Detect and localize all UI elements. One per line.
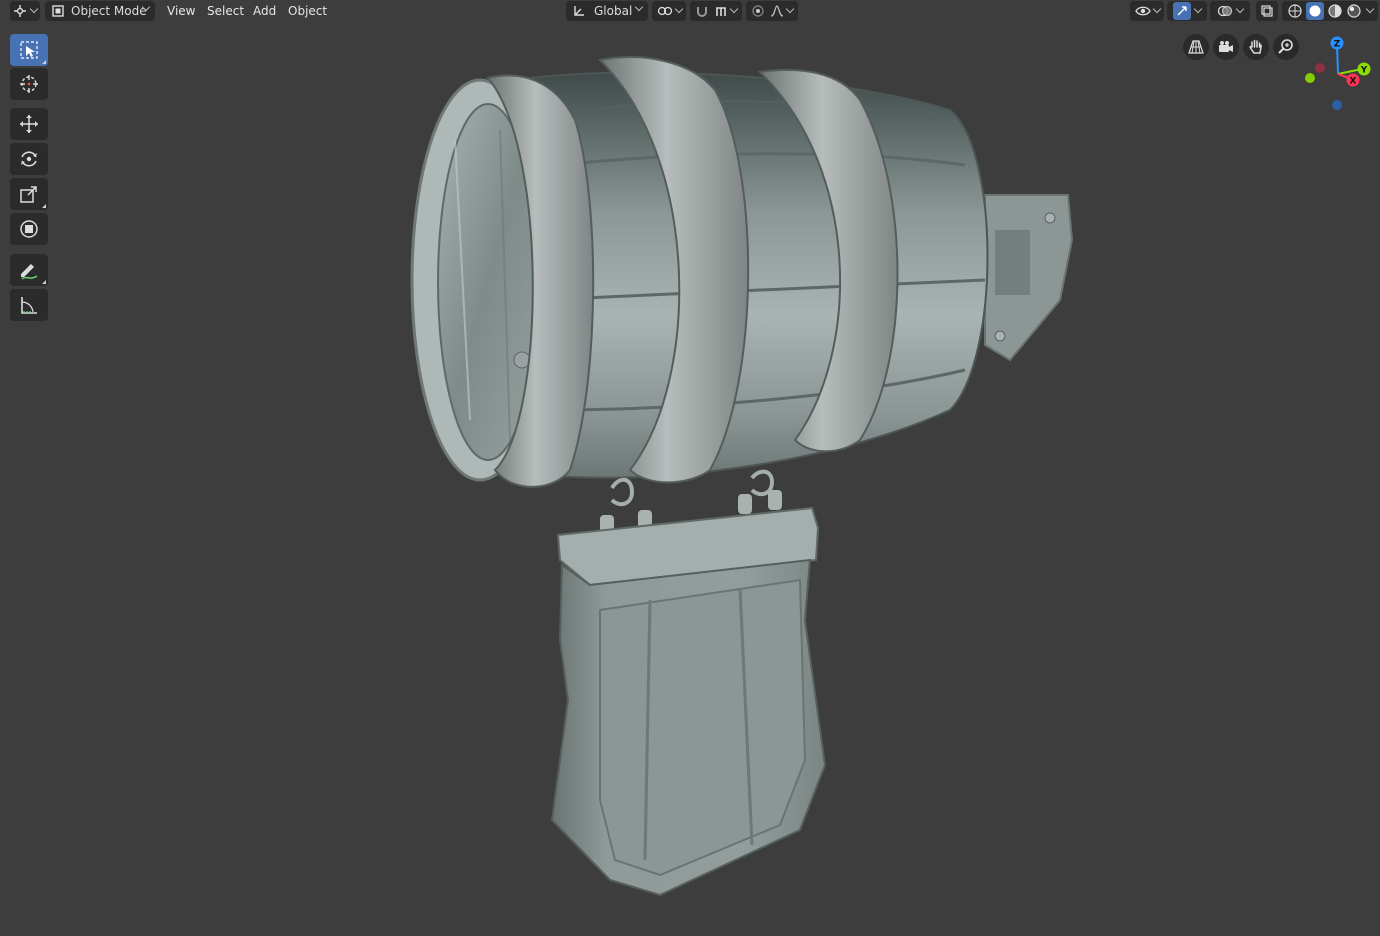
tool-cursor[interactable] [10,68,48,100]
orientation-icon [574,6,584,16]
mode-dropdown[interactable]: Object Mode [45,1,155,21]
chevron-down-icon [785,4,795,14]
neg-z-handle[interactable] [1332,100,1342,110]
solid-shading-active[interactable] [1306,2,1324,20]
xray-icon [1261,5,1273,17]
zoom-icon [1278,39,1293,54]
proportional-edit-icon [752,5,764,17]
pivot-icon [657,6,672,16]
transform-orientation-dropdown[interactable]: Global [566,1,648,21]
menu-object[interactable]: Object [282,1,333,21]
mode-label: Object Mode [71,4,147,18]
overlay-icon [1217,5,1233,17]
falloff-curve-icon [770,5,784,17]
proportional-editing-controls[interactable] [746,1,798,21]
select-box-icon [20,41,38,59]
viewport-editor-icon [14,5,26,17]
menu-select[interactable]: Select [201,1,250,21]
transform-icon [20,220,38,238]
menu-add[interactable]: Add [247,1,282,21]
eye-icon [1134,6,1151,16]
tool-annotate[interactable] [10,254,48,286]
neg-y-handle[interactable] [1305,73,1315,83]
move-icon [20,115,38,133]
gizmo-icon [1177,6,1187,16]
wireframe-shading-icon[interactable] [1287,3,1303,19]
tool-variants-indicator [42,280,46,284]
tool-transform[interactable] [10,213,48,245]
camera-icon [1219,41,1233,52]
hand-pan-icon [1249,39,1262,54]
barrel-lantern-model[interactable] [0,0,1380,936]
z-axis-label: Z [1334,40,1341,50]
tool-select-box[interactable] [10,34,48,66]
navigation-gizmo[interactable]: Z Y X [1300,34,1376,110]
chevron-down-icon [1365,4,1375,14]
material-shading-icon[interactable] [1327,3,1343,19]
tool-rotate[interactable] [10,143,48,175]
cursor-icon [20,75,38,93]
tool-variants-indicator [42,60,46,64]
snap-controls[interactable] [690,1,742,21]
perspective-grid-icon [1188,40,1204,54]
gizmo-toggle[interactable] [1167,1,1207,21]
snap-increment-icon [716,7,726,16]
rotate-icon [21,151,37,167]
orientation-label: Global [594,4,633,18]
y-axis-label: Y [1360,66,1368,76]
chevron-down-icon [1152,4,1161,14]
viewport-header: Object Mode View Select Add Object Globa… [0,0,1380,22]
x-axis-label: X [1350,77,1357,87]
chevron-down-icon [674,4,683,14]
annotate-icon [21,264,38,280]
tool-move[interactable] [10,108,48,140]
rendered-shading-icon[interactable] [1346,3,1362,19]
overlays-dropdown[interactable] [1210,1,1250,21]
magnet-icon [697,7,707,17]
solid-shading-icon [1309,5,1321,17]
neg-x-handle[interactable] [1315,63,1325,73]
pan-view-button[interactable] [1243,34,1269,60]
measure-icon [21,297,37,314]
tool-variants-indicator [42,204,46,208]
tool-scale[interactable] [10,178,48,210]
chevron-down-icon [29,4,39,14]
scale-icon [20,186,37,203]
chevron-down-icon [1193,4,1203,14]
object-mode-icon [52,5,64,17]
shading-controls[interactable] [1282,1,1378,21]
chevron-down-icon [729,4,739,14]
chevron-down-icon [634,2,644,12]
tool-measure[interactable] [10,289,48,321]
gizmo-toggle-active [1173,2,1191,20]
toggle-perspective-button[interactable] [1183,34,1209,60]
zoom-view-button[interactable] [1273,34,1299,60]
editor-type-button[interactable] [10,1,40,21]
visibility-dropdown[interactable] [1130,1,1164,21]
menu-view[interactable]: View [161,1,201,21]
chevron-down-icon [1235,4,1245,14]
camera-view-button[interactable] [1213,34,1239,60]
3d-viewport[interactable]: Object Mode View Select Add Object Globa… [0,0,1380,936]
pivot-point-dropdown[interactable] [652,1,686,21]
xray-toggle[interactable] [1256,1,1278,21]
